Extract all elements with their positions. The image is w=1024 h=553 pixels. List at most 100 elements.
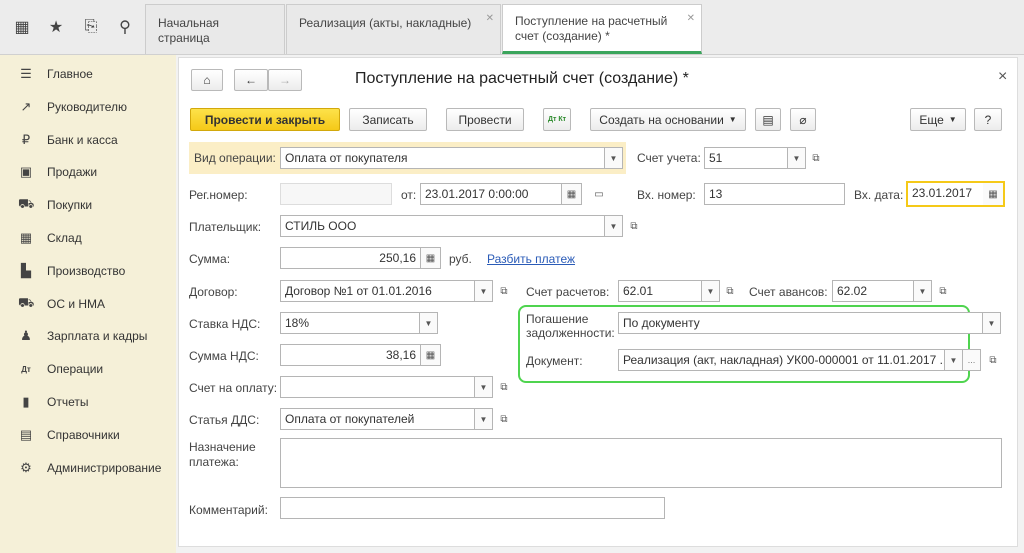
more-button[interactable]: Еще ▼ — [910, 108, 966, 131]
sidebar-item[interactable]: ▤ Справочники — [18, 425, 120, 445]
sidebar-item-icon: ▦ — [19, 230, 33, 245]
calculator-icon[interactable]: ▦ — [421, 344, 441, 366]
tab-label: Начальная страница — [158, 16, 220, 45]
sidebar-item-icon: ⛟ — [18, 196, 35, 211]
sidebar-item[interactable]: ▙ Производство — [18, 261, 125, 281]
home-button[interactable]: ⌂ — [191, 69, 223, 91]
calculator-icon[interactable]: ▦ — [421, 247, 441, 269]
chevron-down-icon[interactable]: ▼ — [914, 280, 932, 302]
post-and-close-button[interactable]: Провести и закрыть — [190, 108, 340, 131]
sidebar-item-label: Зарплата и кадры — [47, 329, 148, 343]
repay-label: Погашение задолженности: — [526, 312, 615, 340]
sidebar-item[interactable]: ♟ Зарплата и кадры — [18, 326, 147, 346]
sidebar-item-icon: ↗ — [20, 99, 32, 114]
sidebar-item-label: Руководителю — [47, 100, 128, 114]
chevron-down-icon[interactable]: ▼ — [475, 376, 493, 398]
open-icon[interactable]: ⧉ — [495, 280, 513, 302]
open-icon[interactable]: ⧉ — [495, 408, 513, 430]
vat-sum-field[interactable]: 38,16 — [280, 344, 421, 366]
chevron-down-icon[interactable]: ▼ — [605, 215, 623, 237]
sidebar-item[interactable]: ▦ Склад — [18, 228, 82, 248]
split-payment-link[interactable]: Разбить платеж — [487, 252, 575, 266]
chevron-down-icon[interactable]: ▼ — [475, 280, 493, 302]
sidebar-item-label: Администрирование — [47, 461, 162, 475]
chevron-down-icon[interactable]: ▼ — [983, 312, 1001, 334]
sidebar-item-icon: Дт — [21, 364, 31, 374]
close-icon[interactable]: ✕ — [486, 11, 494, 26]
open-icon[interactable]: ⧉ — [721, 280, 739, 302]
sum-field[interactable]: 250,16 — [280, 247, 421, 269]
tab-receipt[interactable]: Поступление на расчетный счет (создание)… — [502, 4, 702, 54]
tab-home[interactable]: Начальная страница — [145, 4, 285, 54]
sidebar-item-label: Отчеты — [47, 395, 89, 409]
operation-field[interactable]: Оплата от покупателя — [280, 147, 605, 169]
regnum-label: Рег.номер: — [189, 188, 248, 202]
chevron-down-icon[interactable]: ▼ — [605, 147, 623, 169]
dtkt-icon[interactable]: Дт Кт — [543, 108, 571, 131]
sidebar-item-label: Продажи — [47, 165, 98, 179]
post-button[interactable]: Провести — [446, 108, 524, 131]
sidebar-item[interactable]: ▮ Отчеты — [18, 392, 88, 412]
purpose-field[interactable] — [280, 438, 1002, 488]
dds-field[interactable]: Оплата от покупателей — [280, 408, 475, 430]
chevron-down-icon[interactable]: ▼ — [475, 408, 493, 430]
sidebar-item[interactable]: Дт Операции — [18, 359, 103, 379]
settle-acc-field[interactable]: 62.01 — [618, 280, 702, 302]
sidebar-item[interactable]: ⛟ Покупки — [18, 195, 92, 215]
doc-field[interactable]: Реализация (акт, накладная) УК00-000001 … — [618, 349, 945, 371]
sidebar-item-icon: ▮ — [22, 394, 30, 409]
purpose-label-line2: платежа: — [189, 455, 239, 469]
calendar-icon[interactable]: ▦ — [983, 183, 1003, 205]
in-date-label: Вх. дата: — [854, 188, 904, 202]
adv-acc-field[interactable]: 62.02 — [832, 280, 914, 302]
in-num-field[interactable]: 13 — [704, 183, 845, 205]
close-icon[interactable]: ✕ — [687, 11, 695, 26]
comment-field[interactable] — [280, 497, 665, 519]
attach-icon[interactable]: ⌀ — [790, 108, 816, 131]
chevron-down-icon[interactable]: ▼ — [945, 349, 963, 371]
open-icon[interactable]: ⧉ — [934, 280, 952, 302]
date-field[interactable]: 23.01.2017 0:00:00 — [420, 183, 562, 205]
tab-sales[interactable]: Реализация (акты, накладные) ✕ — [286, 4, 501, 54]
save-button[interactable]: Записать — [349, 108, 427, 131]
star-icon[interactable]: ★ — [45, 16, 67, 38]
sidebar-item[interactable]: ↗ Руководителю — [18, 97, 128, 117]
regnum-field[interactable] — [280, 183, 392, 205]
payer-field[interactable]: СТИЛЬ ООО — [280, 215, 605, 237]
account-field[interactable]: 51 — [704, 147, 788, 169]
calendar-icon[interactable]: ▦ — [562, 183, 582, 205]
grid-icon[interactable]: ▦ — [11, 16, 33, 38]
chevron-down-icon[interactable]: ▼ — [788, 147, 806, 169]
sidebar-item[interactable]: ▣ Продажи — [18, 162, 97, 182]
open-icon[interactable]: ⧉ — [625, 215, 643, 237]
open-icon[interactable]: ⧉ — [984, 349, 1002, 371]
back-button[interactable]: ← — [234, 69, 268, 91]
date-memo-icon[interactable]: ▭ — [590, 183, 608, 205]
select-icon[interactable]: … — [963, 349, 981, 371]
chevron-down-icon[interactable]: ▼ — [702, 280, 720, 302]
purpose-label-line1: Назначение — [189, 440, 256, 454]
create-based-button[interactable]: Создать на основании ▼ — [590, 108, 746, 131]
in-date-field[interactable]: 23.01.2017 — [908, 183, 983, 205]
sidebar-item-icon: ⛟ — [18, 295, 35, 310]
open-icon[interactable]: ⧉ — [807, 147, 825, 169]
sidebar-item[interactable]: ☰ Главное — [18, 64, 93, 84]
invoice-field[interactable] — [280, 376, 475, 398]
close-form-button[interactable]: × — [998, 68, 1007, 86]
help-button[interactable]: ? — [974, 108, 1002, 131]
sidebar-item-label: Склад — [47, 231, 82, 245]
print-icon[interactable]: ▤ — [755, 108, 781, 131]
search-icon[interactable]: ⚲ — [114, 16, 136, 38]
sidebar-item[interactable]: ⛟ ОС и НМА — [18, 294, 105, 314]
forward-button[interactable]: → — [268, 69, 302, 91]
vat-rate-field[interactable]: 18% — [280, 312, 420, 334]
chevron-down-icon[interactable]: ▼ — [420, 312, 438, 334]
sidebar-item-icon: ▤ — [19, 427, 33, 442]
sidebar-item[interactable]: ₽ Банк и касса — [18, 130, 118, 150]
doc-label: Документ: — [526, 354, 583, 368]
sidebar-item[interactable]: ⚙ Администрирование — [18, 458, 161, 478]
open-icon[interactable]: ⧉ — [495, 376, 513, 398]
history-icon[interactable]: ⎘ — [80, 16, 102, 38]
contract-field[interactable]: Договор №1 от 01.01.2016 — [280, 280, 475, 302]
repay-field[interactable]: По документу — [618, 312, 983, 334]
